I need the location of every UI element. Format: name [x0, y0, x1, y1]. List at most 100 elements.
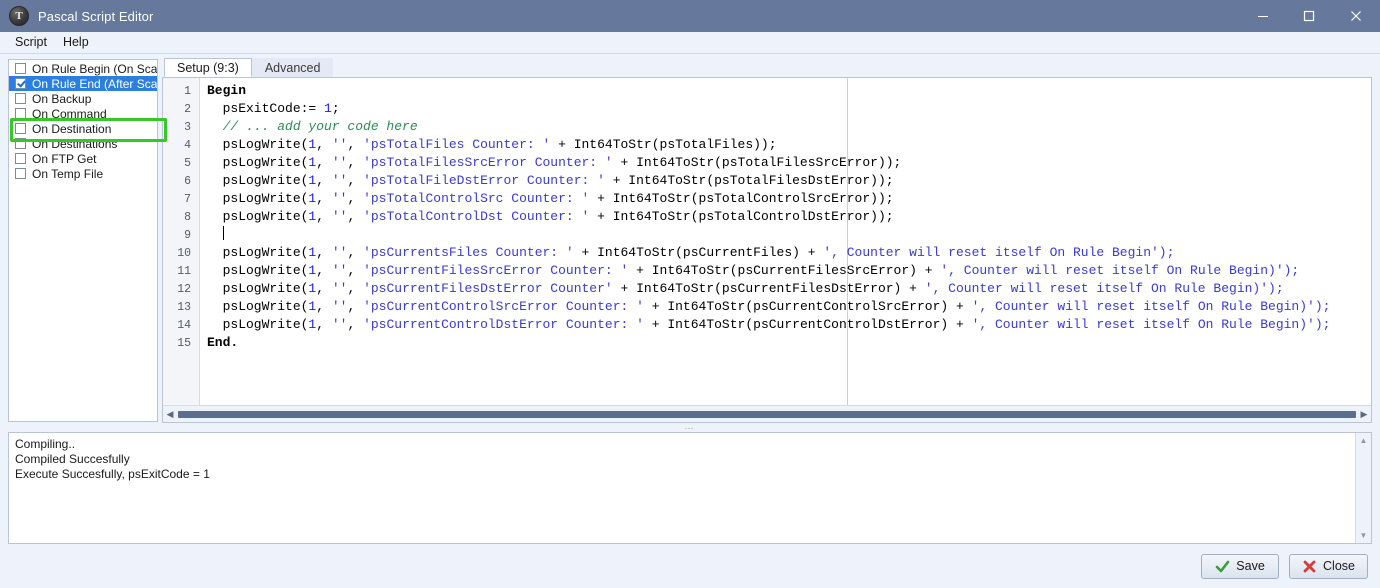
- code-token: [207, 119, 223, 134]
- code-token: psLogWrite(: [207, 173, 308, 188]
- pascal-script-editor-window: T Pascal Script Editor Script Help On Ru…: [0, 0, 1380, 588]
- code-token: + Int64ToStr(psTotalControlSrcError));: [589, 191, 893, 206]
- code-token: 1: [324, 101, 332, 116]
- code-line: 9: [163, 226, 1371, 244]
- code-token: ,: [316, 245, 332, 260]
- tab-advanced[interactable]: Advanced: [252, 58, 334, 77]
- menu-item-script[interactable]: Script: [8, 33, 56, 52]
- event-checkbox[interactable]: [15, 168, 26, 179]
- event-list-item-label: On Destinations: [32, 137, 117, 151]
- scroll-down-icon[interactable]: ▼: [1357, 529, 1370, 542]
- code-token: ', Counter will reset itself On Rule Beg…: [940, 263, 1299, 278]
- horizontal-scroll-thumb[interactable]: [178, 411, 1356, 418]
- event-checkbox[interactable]: [15, 108, 26, 119]
- line-number: 4: [163, 137, 191, 155]
- code-token: ,: [316, 155, 332, 170]
- code-token: psLogWrite(: [207, 155, 308, 170]
- line-number: 10: [163, 245, 191, 263]
- event-list-item-label: On Rule Begin (On Scan): [32, 62, 158, 76]
- event-checkbox[interactable]: [15, 153, 26, 164]
- event-list-item[interactable]: On Destinations: [9, 136, 157, 151]
- code-token: '': [332, 299, 348, 314]
- code-line: 6 psLogWrite(1, '', 'psTotalFileDstError…: [163, 172, 1371, 190]
- save-button[interactable]: Save: [1201, 554, 1279, 579]
- event-checkbox[interactable]: [15, 123, 26, 134]
- code-token: + Int64ToStr(psTotalFilesSrcError));: [613, 155, 902, 170]
- event-checkbox[interactable]: [15, 138, 26, 149]
- code-token: End.: [207, 335, 238, 350]
- code-token: 'psTotalControlSrc Counter: ': [363, 191, 589, 206]
- event-checkbox[interactable]: [15, 78, 26, 89]
- code-token: '': [332, 245, 348, 260]
- code-token: '': [332, 317, 348, 332]
- code-line: 3 // ... add your code here: [163, 118, 1371, 136]
- close-icon[interactable]: [1332, 0, 1380, 32]
- scroll-up-icon[interactable]: ▲: [1357, 434, 1370, 447]
- console-vertical-scrollbar[interactable]: ▲ ▼: [1355, 433, 1371, 543]
- event-list-item[interactable]: On Backup: [9, 91, 157, 106]
- event-list-item[interactable]: On Temp File: [9, 166, 157, 181]
- event-list-item[interactable]: On Rule Begin (On Scan): [9, 61, 157, 76]
- event-list-item[interactable]: On Destination: [9, 121, 157, 136]
- event-list-item-label: On Destination: [32, 122, 111, 136]
- close-button[interactable]: Close: [1289, 554, 1368, 579]
- code-token: '': [332, 281, 348, 296]
- code-token: psLogWrite(: [207, 299, 308, 314]
- code-token: '': [332, 155, 348, 170]
- code-editor[interactable]: 1Begin2 psExitCode:= 1;3 // ... add your…: [162, 77, 1372, 423]
- code-token: + Int64ToStr(psCurrentFilesSrcError) +: [628, 263, 940, 278]
- code-token: 'psTotalFilesSrcError Counter: ': [363, 155, 613, 170]
- code-token: Begin: [207, 83, 246, 98]
- event-checkbox[interactable]: [15, 93, 26, 104]
- code-token: ,: [347, 281, 363, 296]
- menu-item-help[interactable]: Help: [56, 33, 98, 52]
- event-checkbox[interactable]: [15, 63, 26, 74]
- console-output-text: Compiling.. Compiled Succesfully Execute…: [9, 433, 1355, 543]
- event-list-item-label: On Backup: [32, 92, 91, 106]
- event-list-item[interactable]: On FTP Get: [9, 151, 157, 166]
- minimize-icon[interactable]: [1240, 0, 1286, 32]
- line-number: 11: [163, 263, 191, 281]
- code-token: psLogWrite(: [207, 209, 308, 224]
- app-circle-icon: T: [9, 6, 29, 26]
- code-token: psLogWrite(: [207, 263, 308, 278]
- line-number: 6: [163, 173, 191, 191]
- code-token: ,: [347, 263, 363, 278]
- pane-splitter[interactable]: ⋯: [0, 423, 1380, 432]
- code-token: 'psCurrentFilesDstError Counter': [363, 281, 613, 296]
- tab-strip: Setup (9:3)Advanced: [162, 57, 1372, 77]
- line-number: 7: [163, 191, 191, 209]
- code-line: 2 psExitCode:= 1;: [163, 100, 1371, 118]
- code-token: ,: [316, 281, 332, 296]
- code-token: 'psTotalFileDstError Counter: ': [363, 173, 605, 188]
- code-content[interactable]: 1Begin2 psExitCode:= 1;3 // ... add your…: [163, 78, 1371, 352]
- code-token: ,: [347, 317, 363, 332]
- event-list-item-label: On FTP Get: [32, 152, 96, 166]
- editor-horizontal-scrollbar[interactable]: ◀ ▶: [163, 405, 1371, 422]
- tab-setup-9-3[interactable]: Setup (9:3): [164, 58, 252, 77]
- scroll-right-icon[interactable]: ▶: [1357, 407, 1371, 421]
- code-line: 15End.: [163, 334, 1371, 352]
- code-token: psLogWrite(: [207, 281, 308, 296]
- window-title: Pascal Script Editor: [38, 9, 153, 24]
- code-token: 'psTotalControlDst Counter: ': [363, 209, 589, 224]
- output-console[interactable]: Compiling.. Compiled Succesfully Execute…: [8, 432, 1372, 544]
- code-line: 1Begin: [163, 82, 1371, 100]
- code-token: ,: [316, 137, 332, 152]
- event-list-item[interactable]: On Rule End (After Scan): [9, 76, 157, 91]
- code-token: + Int64ToStr(psCurrentControlSrcError) +: [644, 299, 972, 314]
- text-cursor: [223, 226, 224, 240]
- save-button-label: Save: [1236, 559, 1265, 573]
- code-editor-viewport[interactable]: 1Begin2 psExitCode:= 1;3 // ... add your…: [163, 78, 1371, 405]
- dialog-footer: Save Close: [0, 544, 1380, 588]
- code-token: psExitCode:=: [207, 101, 324, 116]
- maximize-icon[interactable]: [1286, 0, 1332, 32]
- scroll-left-icon[interactable]: ◀: [163, 407, 177, 421]
- code-line: 4 psLogWrite(1, '', 'psTotalFiles Counte…: [163, 136, 1371, 154]
- event-list[interactable]: On Rule Begin (On Scan)On Rule End (Afte…: [8, 59, 158, 422]
- line-number: 5: [163, 155, 191, 173]
- red-x-icon: [1302, 559, 1317, 574]
- line-number: 13: [163, 299, 191, 317]
- event-list-item[interactable]: On Command: [9, 106, 157, 121]
- code-token: '': [332, 209, 348, 224]
